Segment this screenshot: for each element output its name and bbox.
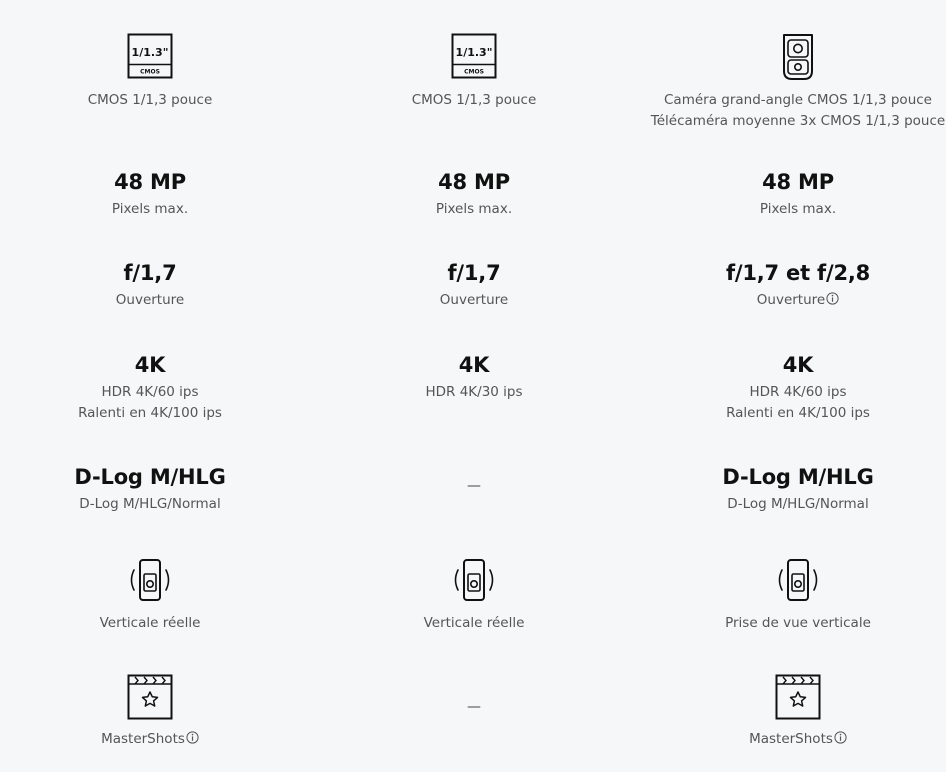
- mastershots-cell: MasterShots: [0, 674, 315, 750]
- mastershots-cell: —: [309, 697, 639, 717]
- video-cell: 4K HDR 4K/60 ips Ralenti en 4K/100 ips: [0, 352, 315, 424]
- sensor-size-label: 1/1.3": [132, 46, 169, 59]
- vertical-phone-icon: [130, 559, 170, 601]
- video-value: 4K: [458, 353, 490, 377]
- sensor-label-line-2: Télécaméra moyenne 3x CMOS 1/1,3 pouce: [650, 113, 946, 129]
- pixels-value: 48 MP: [438, 170, 510, 194]
- sensor-type-label: CMOS: [464, 69, 484, 76]
- pixels-label: Pixels max.: [435, 201, 513, 217]
- mastershots-label: MasterShots: [101, 731, 185, 747]
- vertical-label: Verticale réelle: [99, 615, 201, 631]
- sensor-1-1.3-icon: 1/1.3" CMOS: [451, 33, 497, 79]
- pixels-value: 48 MP: [762, 170, 834, 194]
- pixels-label: Pixels max.: [759, 201, 837, 217]
- clapperboard-star-icon: [775, 674, 821, 720]
- aperture-cell: f/1,7 Ouverture: [0, 260, 315, 311]
- color-profile-cell: D-Log M/HLG D-Log M/HLG/Normal: [0, 464, 315, 515]
- color-profile-value: D-Log M/HLG: [722, 465, 874, 489]
- aperture-value: f/1,7 et f/2,8: [725, 261, 871, 285]
- clapperboard-star-icon: [127, 674, 173, 720]
- video-value: 4K: [782, 353, 814, 377]
- color-profile-value: D-Log M/HLG: [74, 465, 226, 489]
- color-profile-cell: D-Log M/HLG D-Log M/HLG/Normal: [633, 464, 946, 515]
- vertical-label: Prise de vue verticale: [725, 615, 871, 631]
- video-cell: 4K HDR 4K/30 ips: [309, 352, 639, 403]
- info-icon[interactable]: [186, 731, 199, 744]
- pixels-cell: 48 MP Pixels max.: [633, 169, 946, 220]
- aperture-label: Ouverture: [756, 292, 826, 308]
- mastershots-cell: MasterShots: [633, 674, 946, 750]
- vertical-cell: Verticale réelle: [0, 558, 315, 634]
- sensor-label: CMOS 1/1,3 pouce: [411, 92, 537, 108]
- sensor-cell: 1/1.3" CMOS CMOS 1/1,3 pouce: [0, 33, 315, 111]
- video-value: 4K: [134, 353, 166, 377]
- sensor-cell: Caméra grand-angle CMOS 1/1,3 pouce Télé…: [633, 33, 946, 132]
- vertical-phone-icon: [454, 559, 494, 601]
- sensor-label-line-1: Caméra grand-angle CMOS 1/1,3 pouce: [664, 92, 932, 108]
- vertical-label: Verticale réelle: [423, 615, 525, 631]
- dual-camera-icon: [783, 34, 813, 80]
- aperture-label: Ouverture: [439, 292, 509, 308]
- mastershots-label: MasterShots: [749, 731, 833, 747]
- sensor-label: CMOS 1/1,3 pouce: [87, 92, 213, 108]
- video-line-2: Ralenti en 4K/100 ips: [78, 405, 222, 421]
- color-profile-label: D-Log M/HLG/Normal: [79, 496, 221, 512]
- video-cell: 4K HDR 4K/60 ips Ralenti en 4K/100 ips: [633, 352, 946, 424]
- pixels-label: Pixels max.: [111, 201, 189, 217]
- pixels-value: 48 MP: [114, 170, 186, 194]
- video-line-2: Ralenti en 4K/100 ips: [726, 405, 870, 421]
- vertical-cell: Prise de vue verticale: [633, 558, 946, 634]
- video-line-1: HDR 4K/60 ips: [101, 384, 199, 400]
- sensor-size-label: 1/1.3": [456, 46, 493, 59]
- info-icon[interactable]: [834, 731, 847, 744]
- color-profile-label: D-Log M/HLG/Normal: [727, 496, 869, 512]
- aperture-value: f/1,7: [447, 261, 501, 285]
- aperture-label-row: Ouverture: [633, 290, 946, 311]
- video-line-1: HDR 4K/30 ips: [425, 384, 523, 400]
- not-available-dash: —: [467, 699, 481, 715]
- vertical-cell: Verticale réelle: [309, 558, 639, 634]
- pixels-cell: 48 MP Pixels max.: [309, 169, 639, 220]
- aperture-value: f/1,7: [123, 261, 177, 285]
- vertical-phone-icon: [778, 559, 818, 601]
- mastershots-label-row: MasterShots: [633, 729, 946, 750]
- not-available-dash: —: [467, 478, 481, 494]
- info-icon[interactable]: [826, 292, 839, 305]
- aperture-cell: f/1,7 Ouverture: [309, 260, 639, 311]
- sensor-1-1.3-icon: 1/1.3" CMOS: [127, 33, 173, 79]
- mastershots-label-row: MasterShots: [0, 729, 315, 750]
- sensor-cell: 1/1.3" CMOS CMOS 1/1,3 pouce: [309, 33, 639, 111]
- aperture-label: Ouverture: [115, 292, 185, 308]
- video-line-1: HDR 4K/60 ips: [749, 384, 847, 400]
- pixels-cell: 48 MP Pixels max.: [0, 169, 315, 220]
- sensor-type-label: CMOS: [140, 69, 160, 76]
- aperture-cell: f/1,7 et f/2,8 Ouverture: [633, 260, 946, 311]
- color-profile-cell: —: [309, 476, 639, 496]
